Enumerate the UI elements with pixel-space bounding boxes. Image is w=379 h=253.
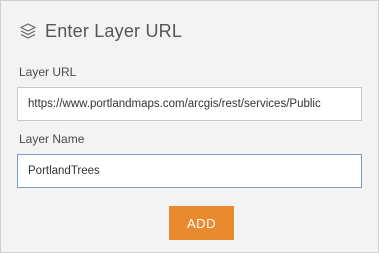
enter-layer-url-panel: Enter Layer URL Layer URL Layer Name ADD (0, 0, 379, 253)
dialog-title: Enter Layer URL (45, 20, 183, 41)
panel-header: Enter Layer URL (19, 17, 182, 45)
add-button[interactable]: ADD (169, 206, 234, 240)
layer-name-label: Layer Name (19, 132, 85, 146)
layers-icon (19, 22, 37, 40)
layer-url-input[interactable] (17, 87, 362, 121)
layer-name-input[interactable] (17, 154, 362, 188)
layer-url-label: Layer URL (19, 65, 77, 79)
